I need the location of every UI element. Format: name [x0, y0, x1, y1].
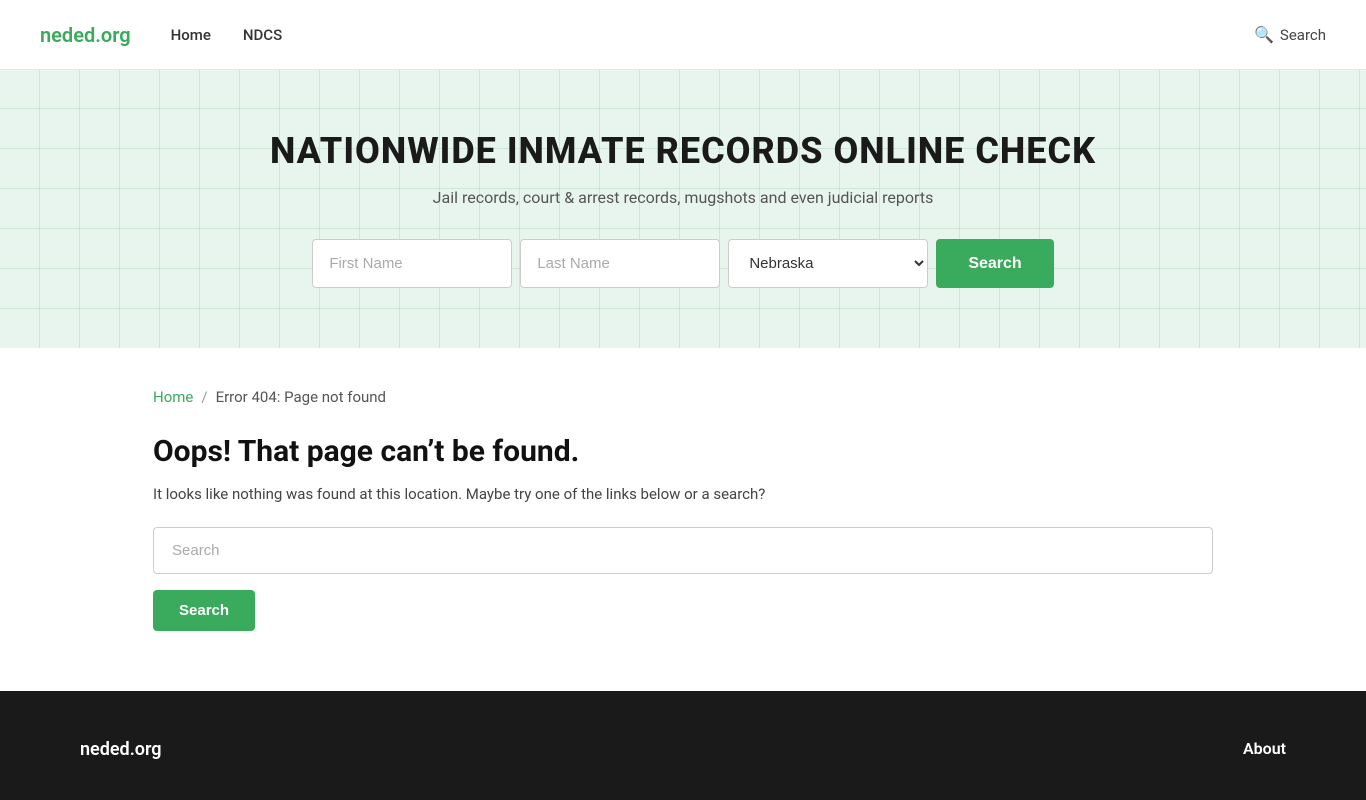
main-content: Home / Error 404: Page not found Oops! T… [113, 348, 1253, 691]
footer-about-heading: About [1243, 739, 1286, 758]
footer-right: About [1243, 739, 1286, 760]
hero-search-button[interactable]: Search [936, 239, 1053, 288]
site-header: neded.org Home NDCS 🔍 Search [0, 0, 1366, 70]
error-title: Oops! That page can’t be found. [153, 434, 1213, 469]
footer-left: neded.org [80, 739, 162, 760]
search-icon: 🔍 [1254, 25, 1274, 44]
main-nav: Home NDCS [171, 26, 1254, 44]
breadcrumb-current: Error 404: Page not found [216, 388, 386, 406]
nav-ndcs[interactable]: NDCS [243, 26, 282, 44]
hero-last-name-input[interactable] [520, 239, 720, 288]
header-search-label: Search [1280, 26, 1326, 44]
breadcrumb-separator: / [201, 388, 207, 406]
site-footer: neded.org About [0, 691, 1366, 800]
hero-first-name-input[interactable] [312, 239, 512, 288]
error-search-button[interactable]: Search [153, 590, 255, 631]
hero-state-select[interactable]: AlabamaAlaskaArizonaArkansasCaliforniaCo… [728, 239, 928, 288]
hero-subtitle: Jail records, court & arrest records, mu… [40, 188, 1326, 207]
error-search-input[interactable] [153, 527, 1213, 574]
header-search[interactable]: 🔍 Search [1254, 25, 1326, 44]
hero-search-form: AlabamaAlaskaArizonaArkansasCaliforniaCo… [40, 239, 1326, 288]
hero-section: NATIONWIDE INMATE RECORDS ONLINE CHECK J… [0, 70, 1366, 348]
breadcrumb-home[interactable]: Home [153, 388, 193, 406]
breadcrumb: Home / Error 404: Page not found [153, 388, 1213, 406]
footer-logo: neded.org [80, 739, 162, 760]
nav-home[interactable]: Home [171, 26, 211, 44]
error-description: It looks like nothing was found at this … [153, 485, 1213, 503]
hero-title: NATIONWIDE INMATE RECORDS ONLINE CHECK [40, 130, 1326, 172]
site-logo[interactable]: neded.org [40, 23, 131, 47]
